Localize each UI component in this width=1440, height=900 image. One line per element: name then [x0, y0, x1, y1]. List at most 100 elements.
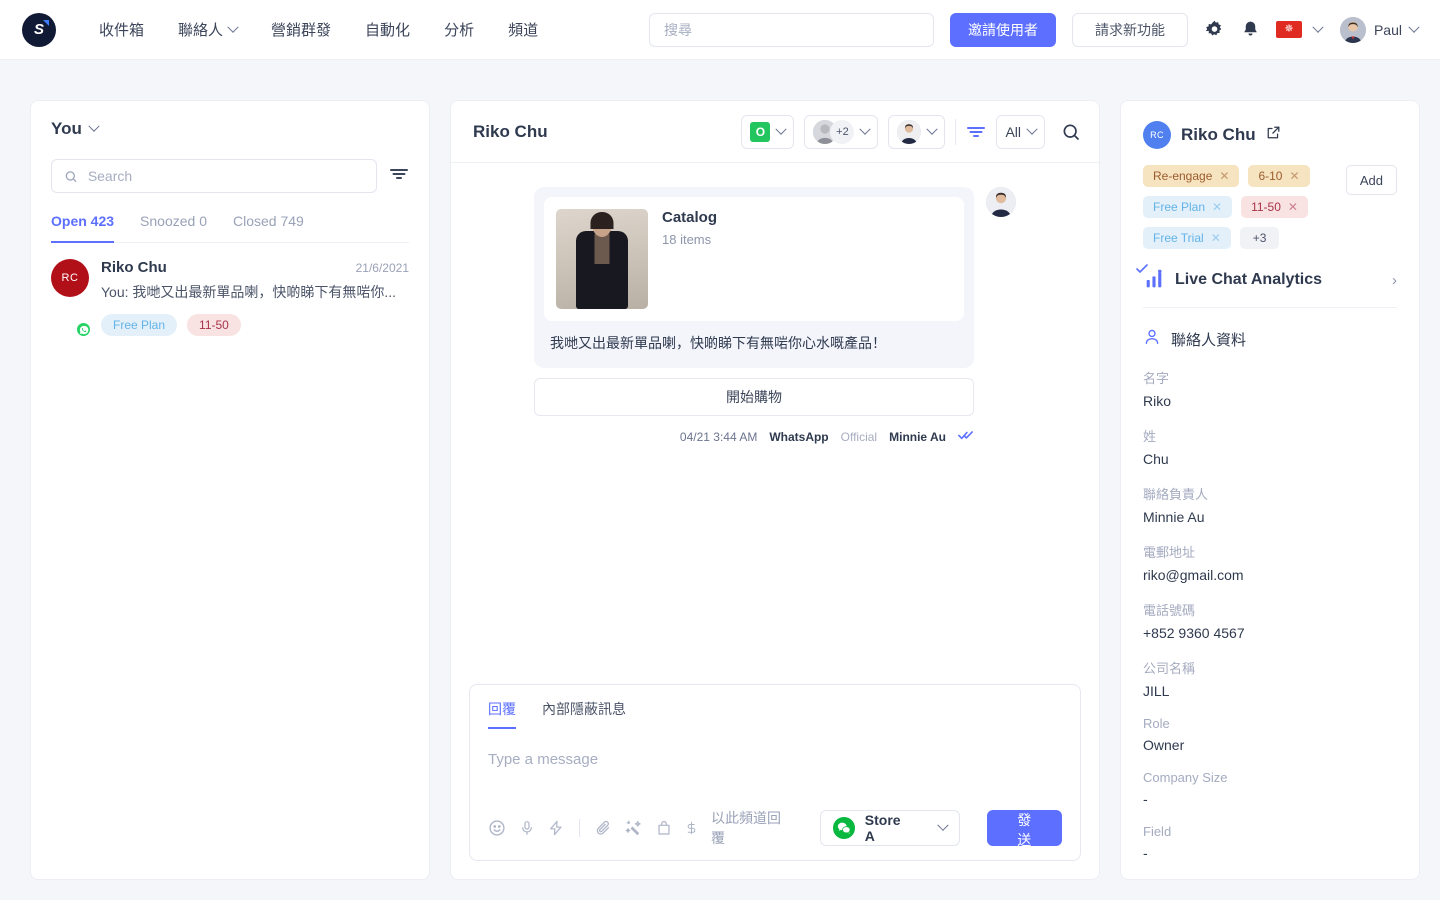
microphone-icon[interactable]	[519, 819, 535, 837]
close-icon[interactable]: ✕	[1211, 231, 1221, 245]
search-icon[interactable]	[1061, 122, 1081, 142]
chevron-down-icon	[1312, 21, 1323, 32]
close-icon[interactable]: ✕	[1219, 169, 1229, 183]
agent-name: Minnie Au	[889, 430, 946, 444]
field-value[interactable]: JILL	[1143, 683, 1397, 699]
catalog-card[interactable]: Catalog 18 items	[544, 197, 964, 321]
tab-snoozed[interactable]: Snoozed 0	[140, 213, 207, 243]
field-value[interactable]: Owner	[1143, 737, 1397, 753]
nav-item-analytics[interactable]: 分析	[427, 19, 491, 40]
magic-wand-icon[interactable]	[625, 819, 643, 837]
contact-header: RC Riko Chu	[1143, 121, 1397, 149]
message-thread: Catalog 18 items 我哋又出最新單品喇，快啲睇下有無啱你心水嘅產品…	[451, 163, 1099, 684]
message-row: Catalog 18 items 我哋又出最新單品喇，快啲睇下有無啱你心水嘅產品…	[469, 187, 1081, 444]
contact-name: Riko Chu	[101, 259, 167, 276]
avatar-overflow-count: +2	[830, 120, 854, 144]
payment-icon[interactable]	[685, 819, 698, 837]
list-item[interactable]: RC Riko Chu 21/6/2021 You: 我哋又出最新單品喇，快啲睇…	[31, 243, 429, 350]
quick-reply-icon[interactable]	[548, 819, 564, 837]
field-value[interactable]: Minnie Au	[1143, 509, 1397, 525]
status-badge: 11-50	[187, 314, 241, 336]
user-menu[interactable]: Paul	[1340, 17, 1418, 43]
contact-info-section-header: 聯絡人資料	[1143, 328, 1397, 351]
search-input[interactable]	[88, 168, 364, 184]
tag-overflow-count[interactable]: +3	[1240, 227, 1280, 249]
close-icon[interactable]: ✕	[1212, 200, 1222, 214]
app-logo[interactable]: S	[22, 13, 56, 47]
avatar: RC	[51, 259, 89, 297]
language-selector[interactable]: ✵	[1260, 21, 1322, 38]
tab-internal-note[interactable]: 內部隱蔽訊息	[542, 699, 626, 729]
filter-icon[interactable]	[966, 124, 986, 140]
close-icon[interactable]: ✕	[1288, 200, 1298, 214]
top-navigation-bar: S 收件箱 聯絡人 營銷群發 自動化 分析 頻道 邀請使用者 請求新功能	[0, 0, 1440, 60]
nav-label: 收件箱	[99, 19, 144, 40]
tag-chip[interactable]: Re-engage ✕	[1143, 165, 1239, 187]
assignee-selector[interactable]	[888, 115, 945, 149]
start-shopping-button[interactable]: 開始購物	[534, 378, 974, 416]
contact-field: 公司名稱 JILL	[1143, 658, 1397, 699]
nav-item-contacts[interactable]: 聯絡人	[161, 19, 254, 40]
search-icon	[64, 169, 78, 184]
contact-field: Role Owner	[1143, 716, 1397, 753]
message-filter-selector[interactable]: All	[996, 115, 1045, 149]
tab-open[interactable]: Open 423	[51, 213, 114, 243]
message-input[interactable]	[488, 729, 1062, 803]
contact-field: WhatsApp Usage -	[1143, 878, 1397, 879]
timestamp: 21/6/2021	[356, 261, 409, 275]
emoji-icon[interactable]	[488, 819, 506, 837]
inbox-owner-label: You	[51, 119, 82, 139]
conversation-list: RC Riko Chu 21/6/2021 You: 我哋又出最新單品喇，快啲睇…	[31, 243, 429, 879]
avatar: RC	[1143, 121, 1171, 149]
collaborators-selector[interactable]: +2	[804, 115, 878, 149]
field-value[interactable]: +852 9360 4567	[1143, 625, 1397, 641]
attachment-icon[interactable]	[595, 819, 612, 837]
section-title: 聯絡人資料	[1171, 329, 1246, 350]
tag-chip[interactable]: 6-10 ✕	[1248, 165, 1309, 187]
gear-icon[interactable]	[1204, 19, 1225, 40]
external-link-icon[interactable]	[1266, 125, 1281, 145]
nav-item-automation[interactable]: 自動化	[348, 19, 427, 40]
chevron-down-icon	[227, 21, 238, 32]
shopping-bag-icon[interactable]	[656, 819, 672, 837]
search-input-wrap[interactable]	[51, 159, 377, 193]
message-preview: You: 我哋又出最新單品喇，快啲睇下有無啱你...	[101, 282, 409, 302]
bell-icon[interactable]	[1241, 20, 1260, 39]
avatar	[1340, 17, 1366, 43]
nav-item-inbox[interactable]: 收件箱	[82, 19, 161, 40]
field-value[interactable]: Riko	[1143, 393, 1397, 409]
tag-chip[interactable]: 11-50 ✕	[1241, 196, 1308, 218]
field-value[interactable]: Chu	[1143, 451, 1397, 467]
field-label: 電郵地址	[1143, 542, 1397, 561]
inbox-owner-selector[interactable]: You	[51, 119, 409, 139]
global-search-input[interactable]	[664, 22, 919, 38]
catalog-image	[556, 209, 648, 309]
list-item-top: Riko Chu 21/6/2021	[101, 259, 409, 276]
nav-label: 自動化	[365, 19, 410, 40]
tab-closed[interactable]: Closed 749	[233, 213, 304, 243]
status-selector[interactable]: O	[741, 115, 794, 149]
contact-field: 姓 Chu	[1143, 426, 1397, 467]
workspace: You Open 423 Snoozed 0	[0, 60, 1440, 900]
nav-item-broadcast[interactable]: 營銷群發	[254, 19, 348, 40]
field-value[interactable]: -	[1143, 845, 1397, 861]
nav-item-channels[interactable]: 頻道	[491, 19, 555, 40]
add-tag-button[interactable]: Add	[1346, 165, 1397, 195]
tag-label: Free Plan	[1153, 200, 1205, 214]
global-search[interactable]	[649, 13, 934, 47]
avatar-wrap: RC	[51, 259, 89, 336]
nav-label: 分析	[444, 19, 474, 40]
channel-selector[interactable]: Store A	[820, 810, 959, 846]
request-feature-button[interactable]: 請求新功能	[1072, 13, 1188, 47]
close-icon[interactable]: ✕	[1289, 169, 1299, 183]
field-value[interactable]: riko@gmail.com	[1143, 567, 1397, 583]
page-title: Riko Chu	[473, 122, 548, 142]
field-value[interactable]: -	[1143, 791, 1397, 807]
live-chat-analytics-link[interactable]: Live Chat Analytics ›	[1143, 269, 1397, 308]
send-button[interactable]: 發送	[987, 810, 1062, 846]
filter-icon[interactable]	[389, 166, 409, 187]
tag-chip[interactable]: Free Plan ✕	[1143, 196, 1232, 218]
tag-chip[interactable]: Free Trial ✕	[1143, 227, 1231, 249]
invite-user-button[interactable]: 邀請使用者	[950, 13, 1056, 47]
tab-reply[interactable]: 回覆	[488, 699, 516, 729]
